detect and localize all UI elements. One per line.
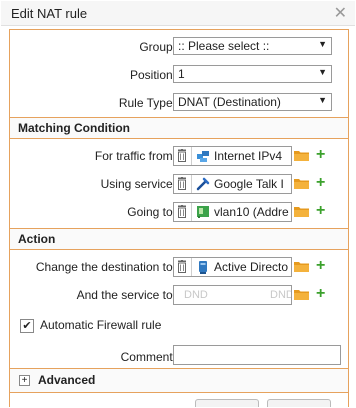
folder-icon[interactable] bbox=[294, 205, 309, 217]
going-to-value: vlan10 (Addre bbox=[214, 205, 289, 219]
titlebar: Edit NAT rule ✕ bbox=[1, 1, 355, 26]
going-to-label: Going to: bbox=[127, 205, 176, 219]
position-select[interactable]: 1 ▼ bbox=[173, 65, 332, 83]
chevron-down-icon: ▼ bbox=[318, 39, 327, 49]
network-icon bbox=[197, 151, 209, 162]
traffic-from-row: For traffic from: Internet IPv4 + bbox=[10, 146, 348, 166]
matching-condition-title: Matching Condition bbox=[18, 121, 130, 135]
edit-nat-rule-dialog: Edit NAT rule ✕ Group: :: Please select … bbox=[0, 0, 356, 408]
add-icon[interactable]: + bbox=[316, 146, 325, 164]
firewall-label: Automatic Firewall rule bbox=[40, 318, 162, 332]
service-object[interactable]: Google Talk I bbox=[173, 174, 292, 194]
advanced-label: Advanced bbox=[38, 373, 96, 387]
service-icon bbox=[196, 177, 210, 191]
add-icon[interactable]: + bbox=[316, 174, 325, 192]
folder-icon[interactable] bbox=[294, 260, 309, 272]
trash-icon[interactable] bbox=[177, 149, 187, 162]
add-icon[interactable]: + bbox=[316, 285, 325, 303]
service-to-drop-target[interactable]: DND DND bbox=[173, 285, 292, 305]
folder-icon[interactable] bbox=[294, 177, 309, 189]
comment-label: Comment: bbox=[120, 350, 176, 364]
going-to-object[interactable]: vlan10 (Addre bbox=[173, 202, 292, 222]
trash-icon[interactable] bbox=[177, 260, 187, 273]
position-value: 1 bbox=[178, 67, 185, 81]
change-destination-value: Active Directo bbox=[214, 260, 289, 274]
chevron-down-icon: ▼ bbox=[318, 67, 327, 77]
footer-button-right[interactable] bbox=[267, 399, 331, 407]
rule-type-value: DNAT (Destination) bbox=[178, 95, 281, 109]
group-select[interactable]: :: Please select :: ▼ bbox=[173, 37, 332, 55]
action-title: Action bbox=[18, 232, 56, 246]
expand-icon[interactable]: + bbox=[19, 375, 30, 386]
position-label: Position: bbox=[129, 68, 176, 82]
dialog-title: Edit NAT rule bbox=[11, 6, 88, 21]
add-icon[interactable]: + bbox=[316, 257, 325, 275]
firewall-checkbox[interactable]: ✔ bbox=[20, 319, 34, 333]
trash-icon[interactable] bbox=[177, 177, 187, 190]
drop-hint-right: DND bbox=[270, 289, 292, 301]
position-row: Position: 1 ▼ bbox=[10, 65, 348, 85]
interface-address-icon bbox=[197, 206, 209, 218]
drop-hint-left: DND bbox=[184, 289, 208, 301]
close-icon[interactable]: ✕ bbox=[334, 3, 347, 23]
group-label: Group: bbox=[139, 40, 176, 54]
divider bbox=[191, 175, 192, 193]
going-to-row: Going to: vlan10 (Addre + bbox=[10, 202, 348, 222]
service-row: Using service: Google Talk I + bbox=[10, 174, 348, 194]
rule-form: Group: :: Please select :: ▼ Position: 1… bbox=[9, 29, 349, 407]
add-icon[interactable]: + bbox=[316, 202, 325, 220]
traffic-from-label: For traffic from: bbox=[94, 149, 176, 163]
trash-icon[interactable] bbox=[177, 205, 187, 218]
footer-button-left[interactable] bbox=[195, 399, 259, 407]
group-row: Group: :: Please select :: ▼ bbox=[10, 37, 348, 57]
advanced-section[interactable]: + Advanced bbox=[10, 368, 348, 393]
divider bbox=[191, 147, 192, 165]
service-value: Google Talk I bbox=[214, 177, 284, 191]
folder-icon[interactable] bbox=[294, 149, 309, 161]
comment-input[interactable] bbox=[173, 345, 341, 365]
rule-type-label: Rule Type: bbox=[118, 96, 176, 110]
chevron-down-icon: ▼ bbox=[318, 95, 327, 105]
rule-type-row: Rule Type: DNAT (Destination) ▼ bbox=[10, 93, 348, 113]
change-destination-row: Change the destination to: Active Direct… bbox=[10, 257, 348, 277]
service-to-label: And the service to: bbox=[76, 288, 176, 302]
host-icon bbox=[199, 261, 207, 274]
service-label: Using service: bbox=[100, 177, 176, 191]
divider bbox=[191, 203, 192, 221]
rule-type-select[interactable]: DNAT (Destination) ▼ bbox=[173, 93, 332, 111]
change-destination-object[interactable]: Active Directo bbox=[173, 257, 292, 277]
divider bbox=[191, 258, 192, 276]
traffic-from-object[interactable]: Internet IPv4 bbox=[173, 146, 292, 166]
service-to-row: And the service to: DND DND + bbox=[10, 285, 348, 305]
group-value: :: Please select :: bbox=[178, 39, 270, 53]
action-header: Action bbox=[10, 228, 348, 250]
change-destination-label: Change the destination to: bbox=[35, 260, 176, 274]
folder-icon[interactable] bbox=[294, 288, 309, 300]
matching-condition-header: Matching Condition bbox=[10, 117, 348, 139]
traffic-from-value: Internet IPv4 bbox=[214, 149, 283, 163]
